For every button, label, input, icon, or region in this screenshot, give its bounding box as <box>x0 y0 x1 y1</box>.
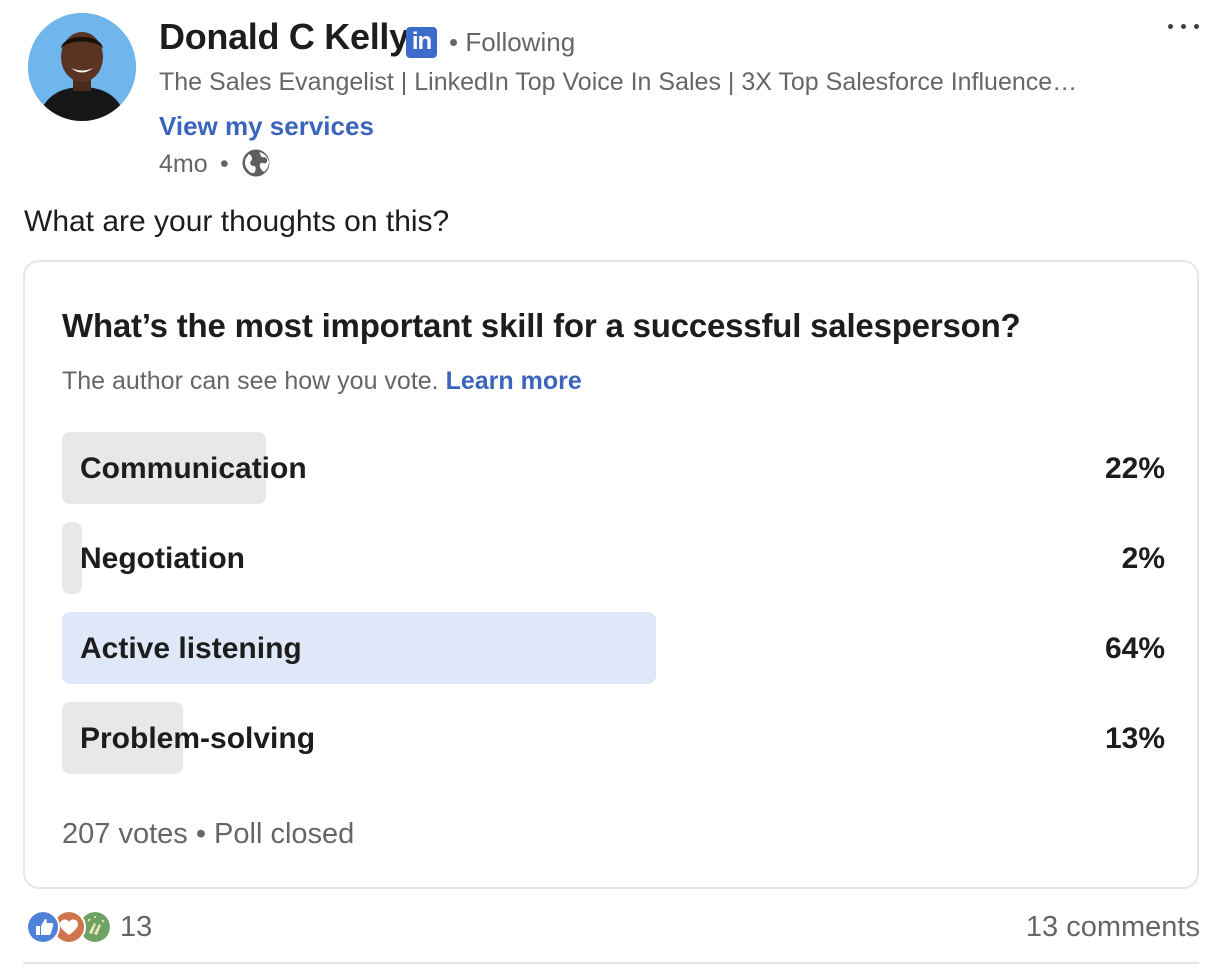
linkedin-badge-icon: in <box>406 27 437 58</box>
post-time[interactable]: 4mo <box>159 150 208 179</box>
comments-count-link[interactable]: 13 comments <box>1026 911 1200 944</box>
poll-option: Problem-solving 13% <box>62 702 1165 774</box>
avatar[interactable] <box>28 13 136 121</box>
like-icon <box>26 910 60 944</box>
poll-option-bar <box>62 522 82 594</box>
poll-note-text: The author can see how you vote. <box>62 367 446 395</box>
more-dot <box>1168 24 1173 29</box>
poll-footer: 207 votes • Poll closed <box>62 818 355 850</box>
author-name[interactable]: Donald C Kelly <box>159 16 409 58</box>
time-separator: • <box>220 150 229 178</box>
view-services-link[interactable]: View my services <box>159 111 374 142</box>
author-headline[interactable]: The Sales Evangelist | LinkedIn Top Voic… <box>159 68 1077 97</box>
poll-option-percent: 64% <box>1104 632 1165 665</box>
globe-icon <box>242 149 270 177</box>
reaction-count: 13 <box>120 911 153 943</box>
follow-status: • Following <box>449 27 576 57</box>
poll-option-percent: 22% <box>1104 452 1165 485</box>
poll-option-percent: 13% <box>1104 722 1165 755</box>
more-dot <box>1181 24 1186 29</box>
poll-option: Active listening 64% <box>62 612 1165 684</box>
poll-option-percent: 2% <box>1121 542 1165 575</box>
learn-more-link[interactable]: Learn more <box>446 367 582 395</box>
post-commentary: What are your thoughts on this? <box>24 205 450 238</box>
poll-option-label: Active listening <box>80 632 302 665</box>
avatar-photo <box>28 13 136 121</box>
poll-question: What’s the most important skill for a su… <box>62 307 1021 344</box>
divider <box>23 962 1199 964</box>
reactions-summary[interactable]: 13 <box>26 908 166 946</box>
poll-option: Negotiation 2% <box>62 522 1165 594</box>
poll-option-label: Negotiation <box>80 542 245 575</box>
poll-option-label: Communication <box>80 452 307 485</box>
more-dot <box>1194 24 1199 29</box>
poll-visibility-note: The author can see how you vote. Learn m… <box>62 367 582 396</box>
linkedin-badge-label: in <box>411 28 432 55</box>
poll-option-label: Problem-solving <box>80 722 316 755</box>
poll-option: Communication 22% <box>62 432 1165 504</box>
poll-card: What’s the most important skill for a su… <box>23 260 1199 889</box>
more-options-icon[interactable] <box>1164 10 1204 40</box>
